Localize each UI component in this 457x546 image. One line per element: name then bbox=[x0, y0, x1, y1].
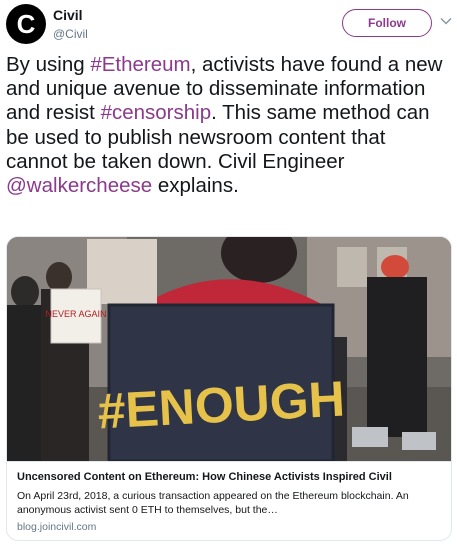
card-image[interactable]: NEVER AGAIN #ENOUGH bbox=[7, 237, 452, 461]
poster-text: NEVER AGAIN bbox=[45, 309, 106, 319]
tweet-header: C Civil @Civil Follow bbox=[6, 4, 453, 44]
card-title[interactable]: Uncensored Content on Ethereum: How Chin… bbox=[17, 471, 443, 483]
card-description: On April 23rd, 2018, a curious transacti… bbox=[17, 490, 409, 516]
account-name[interactable]: Civil bbox=[53, 7, 83, 23]
mention-link[interactable]: @walkercheese bbox=[6, 174, 152, 197]
tweet-text-part: explains. bbox=[152, 174, 239, 198]
chevron-down-icon[interactable] bbox=[439, 14, 453, 28]
avatar[interactable]: C bbox=[6, 4, 46, 44]
avatar-letter: C bbox=[16, 9, 36, 39]
tweet-text-part: By using bbox=[6, 53, 91, 76]
account-handle[interactable]: @Civil bbox=[53, 27, 88, 41]
card-domain: blog.joincivil.com bbox=[17, 521, 97, 533]
card-body[interactable]: Uncensored Content on Ethereum: How Chin… bbox=[7, 461, 451, 540]
hashtag-ethereum-link[interactable]: #Ethereum bbox=[90, 53, 190, 76]
follow-button[interactable]: Follow bbox=[342, 9, 432, 37]
hashtag-censorship-link[interactable]: #censorship bbox=[101, 101, 212, 124]
tweet-text: By using #Ethereum, activists have found… bbox=[6, 53, 451, 198]
link-card[interactable]: NEVER AGAIN #ENOUGH Uncensored Content o… bbox=[6, 236, 452, 541]
